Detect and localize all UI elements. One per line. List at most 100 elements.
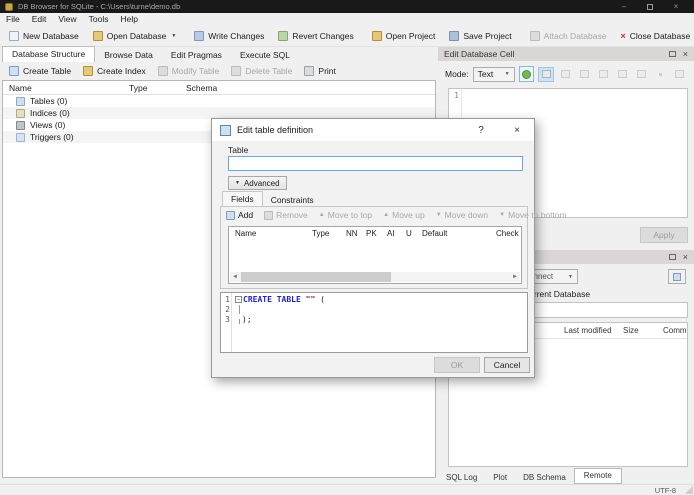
menu-edit[interactable]: Edit (26, 13, 53, 26)
sql-paren: ( (320, 295, 325, 304)
col-nn[interactable]: NN (346, 229, 358, 238)
create-table-label: Create Table (23, 66, 72, 76)
table-icon (220, 124, 231, 136)
column-last-modified[interactable]: Last modified (564, 326, 612, 335)
tab-constraints[interactable]: Constraints (263, 193, 322, 207)
revert-changes-button[interactable]: Revert Changes (271, 28, 360, 44)
float-dock-icon[interactable] (668, 254, 676, 260)
save-project-label: Save Project (463, 31, 512, 41)
column-name[interactable]: Name (9, 83, 32, 93)
overflow-dot-icon (652, 67, 668, 82)
print-button[interactable]: Print (298, 64, 341, 78)
export-file-icon (595, 67, 611, 82)
move-bottom-label: Move to bottom (508, 210, 567, 220)
advanced-toggle-button[interactable]: ▼ Advanced (228, 176, 287, 190)
write-changes-button[interactable]: Write Changes (187, 28, 271, 44)
sql-table-name: "" (305, 295, 316, 304)
minimize-button[interactable]: – (611, 0, 637, 13)
move-up-label: Move up (392, 210, 425, 220)
close-dock-icon[interactable]: × (683, 49, 688, 59)
fold-guide (239, 305, 240, 314)
caret-down-icon: ▼ (235, 180, 240, 186)
tree-row-tables[interactable]: Tables (0) (3, 95, 435, 107)
scrollbar-thumb[interactable] (241, 272, 391, 282)
col-name[interactable]: Name (235, 229, 256, 238)
write-changes-icon (194, 31, 205, 41)
close-dock-icon[interactable]: × (683, 252, 688, 262)
scroll-left-icon[interactable]: ◄ (230, 272, 240, 282)
fields-toolbar: Add Remove ▲ Move to top ▲ Move up ▼ Mov… (226, 210, 567, 220)
tab-plot[interactable]: Plot (485, 471, 515, 484)
menu-file[interactable]: File (0, 13, 26, 26)
modify-table-icon (157, 66, 168, 76)
open-project-button[interactable]: Open Project (365, 28, 443, 44)
edit-cell-dock-title: Edit Database Cell (444, 49, 515, 59)
menu-tools[interactable]: Tools (83, 13, 115, 26)
create-index-label: Create Index (97, 66, 146, 76)
create-index-button[interactable]: Create Index (77, 64, 152, 78)
col-default[interactable]: Default (422, 229, 447, 238)
dialog-close-button[interactable]: × (508, 125, 526, 136)
col-pk[interactable]: PK (366, 229, 377, 238)
float-dock-icon[interactable] (668, 51, 676, 57)
menubar: File Edit View Tools Help (0, 13, 694, 26)
table-name-input[interactable] (228, 156, 523, 171)
move-top-label: Move to top (327, 210, 373, 220)
fields-grid: Name Type NN PK AI U Default Check ◄ ► (228, 226, 522, 284)
sql-code: − CREATE TABLE "" ( ); (235, 295, 525, 325)
window-title: DB Browser for SQLite - C:\Users\turne\d… (18, 2, 181, 11)
col-check[interactable]: Check (496, 229, 519, 238)
dialog-help-button[interactable]: ? (472, 125, 490, 136)
close-database-label: Close Database (629, 31, 691, 41)
horizontal-scrollbar[interactable]: ◄ ► (230, 272, 520, 282)
revert-changes-icon (278, 31, 289, 41)
tab-browse-data[interactable]: Browse Data (95, 48, 162, 62)
tab-db-schema[interactable]: DB Schema (515, 471, 574, 484)
tab-database-structure[interactable]: Database Structure (2, 46, 96, 62)
col-ai[interactable]: AI (387, 229, 395, 238)
scroll-right-icon[interactable]: ► (510, 272, 520, 282)
advanced-label: Advanced (243, 178, 280, 188)
encoding-indicator[interactable]: UTF-8 (655, 486, 676, 495)
open-database-button[interactable]: Open Database ▼ (86, 28, 184, 44)
open-database-dropdown-icon[interactable]: ▼ (171, 33, 176, 39)
sql-line-number: 2 (225, 305, 230, 314)
wordwrap-icon[interactable] (538, 66, 554, 82)
add-field-button[interactable]: Add (226, 210, 253, 220)
fold-marker-icon[interactable]: − (235, 296, 242, 303)
mode-select[interactable]: Text ▼ (472, 66, 515, 82)
tab-edit-pragmas[interactable]: Edit Pragmas (162, 48, 231, 62)
new-database-button[interactable]: New Database (2, 28, 86, 44)
indices-icon (16, 108, 25, 118)
tab-sql-log[interactable]: SQL Log (438, 471, 485, 484)
close-window-button[interactable]: × (663, 0, 689, 13)
modify-table-label: Modify Table (171, 66, 220, 76)
tab-fields[interactable]: Fields (222, 191, 263, 207)
col-type[interactable]: Type (312, 229, 329, 238)
resize-grip[interactable] (685, 486, 693, 494)
apply-cell-button[interactable] (518, 66, 534, 82)
identity-settings-icon (673, 272, 681, 281)
close-database-icon: × (620, 30, 626, 41)
save-project-button[interactable]: Save Project (442, 28, 518, 44)
attach-database-label: Attach Database (543, 31, 607, 41)
identity-settings-button[interactable] (668, 269, 686, 284)
create-table-button[interactable]: Create Table (3, 64, 77, 78)
move-down-icon: ▼ (435, 212, 442, 218)
column-size[interactable]: Size (623, 326, 639, 335)
menu-view[interactable]: View (52, 13, 82, 26)
fullscreen-icon (671, 67, 687, 82)
menu-help[interactable]: Help (114, 13, 143, 26)
remove-field-label: Remove (276, 210, 308, 220)
tab-execute-sql[interactable]: Execute SQL (231, 48, 299, 62)
mode-value: Text (477, 69, 494, 79)
column-commit[interactable]: Commit (663, 326, 687, 335)
column-schema[interactable]: Schema (186, 83, 217, 93)
tab-remote[interactable]: Remote (573, 468, 622, 484)
remove-field-button: Remove (264, 210, 308, 220)
close-database-button[interactable]: × Close Database (613, 28, 694, 44)
maximize-button[interactable] (637, 0, 663, 13)
column-type[interactable]: Type (129, 83, 147, 93)
col-u[interactable]: U (406, 229, 412, 238)
cancel-button[interactable]: Cancel (484, 357, 530, 373)
